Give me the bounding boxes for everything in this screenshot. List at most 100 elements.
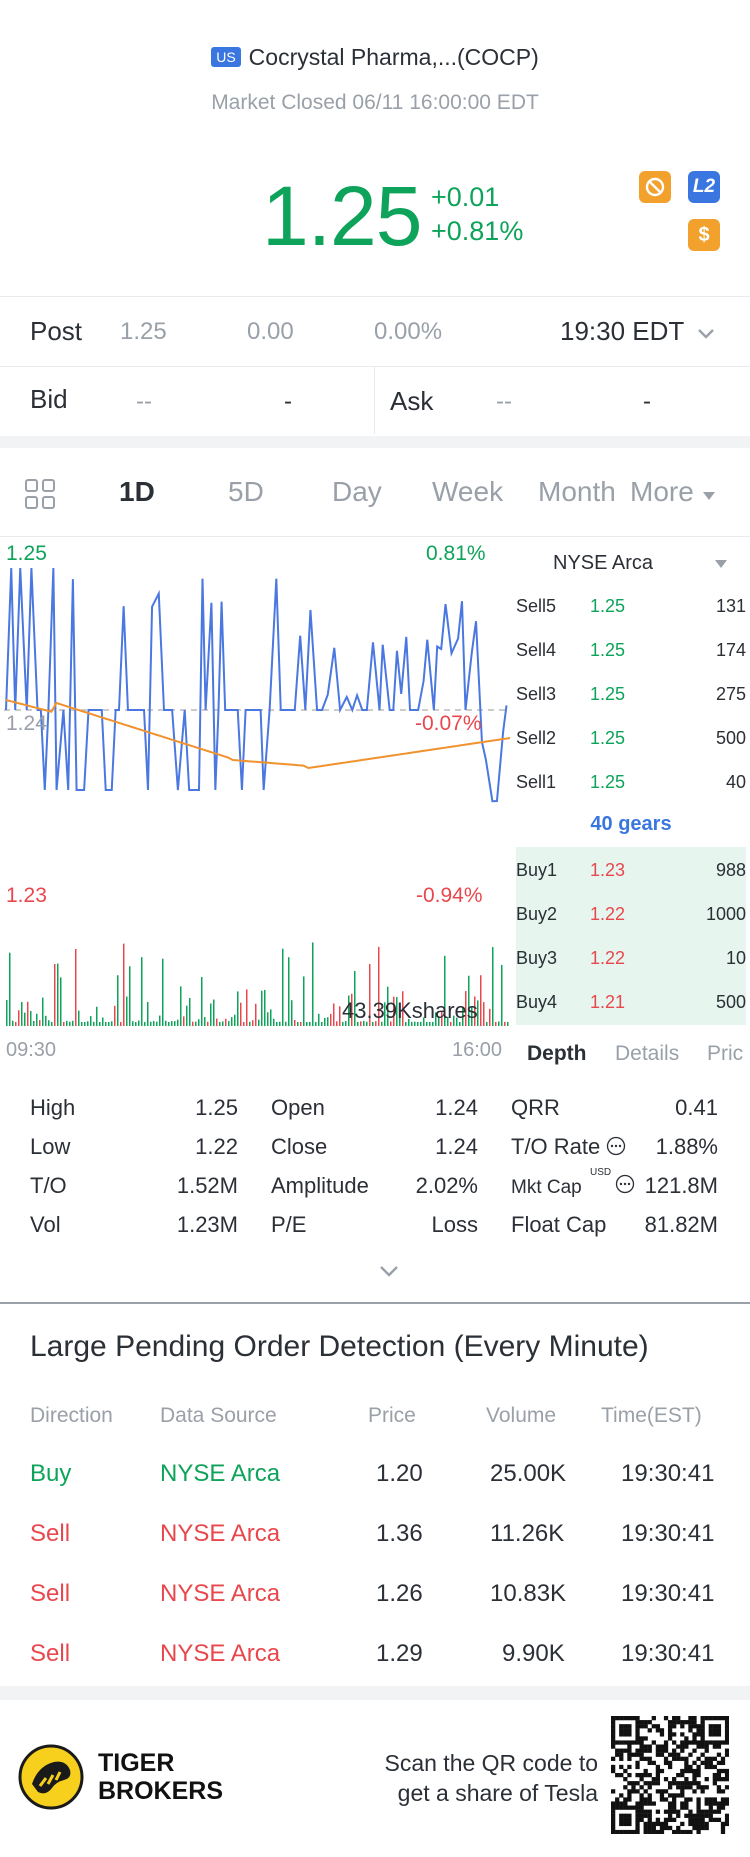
price-change-pct: +0.81% (431, 216, 524, 246)
stat-vol-label: Vol (30, 1212, 61, 1237)
volume-bar (309, 1021, 311, 1026)
volume-bar (111, 1021, 113, 1026)
pending-direction: Sell (30, 1520, 71, 1547)
volume-bar (93, 1021, 95, 1026)
stat-qrr: 0.41 (675, 1095, 718, 1120)
volume-bar (216, 1018, 218, 1026)
intraday-chart[interactable] (0, 538, 516, 1028)
volume-bar (144, 1021, 146, 1026)
expand-chevron-icon[interactable] (378, 1264, 400, 1283)
y-axis-mid-right: -0.07% (415, 712, 482, 735)
volume-bar (147, 1001, 149, 1026)
volume-bar (213, 999, 215, 1026)
volume-bar (48, 1020, 50, 1026)
volume-bar (39, 1020, 41, 1026)
no-trade-icon[interactable] (639, 171, 671, 203)
tab-depth[interactable]: Depth (527, 1042, 587, 1066)
divider (0, 1302, 750, 1304)
stat-close-label: Close (271, 1134, 328, 1159)
volume-bar (504, 1021, 506, 1026)
volume-bar (303, 976, 305, 1026)
pending-direction: Sell (30, 1640, 71, 1667)
level2-icon[interactable]: L2 (688, 171, 720, 203)
stock-title: US Cocrystal Pharma,...(COCP) (0, 44, 750, 71)
volume-bar (90, 1016, 92, 1026)
volume-bar (231, 1017, 233, 1026)
tab-month[interactable]: Month (538, 476, 626, 508)
tab-more[interactable]: More (630, 476, 716, 508)
depth-buy-price: 1.23 (590, 859, 626, 880)
tab-details[interactable]: Details (615, 1042, 679, 1066)
depth-buy-price: 1.21 (590, 991, 626, 1012)
tab-5d[interactable]: 5D (228, 476, 264, 508)
volume-bar (186, 1005, 188, 1026)
pending-header-price: Price (368, 1404, 416, 1427)
stat-pe-label: P/E (271, 1212, 307, 1237)
stat-open-label: Open (271, 1095, 325, 1120)
tab-more-label: More (630, 476, 694, 507)
volume-bar (330, 1013, 332, 1026)
post-change: 0.00 (247, 318, 294, 345)
volume-bar (219, 1021, 221, 1026)
table-row: Sell NYSE Arca 1.26 10.83K 19:30:41 (0, 1580, 750, 1620)
volume-bar (78, 1010, 80, 1026)
volume-bar (81, 1021, 83, 1026)
volume-bar (285, 1021, 287, 1026)
stat-low-label: Low (30, 1134, 71, 1159)
volume-bar (492, 947, 494, 1026)
info-icon[interactable] (606, 1136, 626, 1162)
depth-buy-row: Buy3 1.22 10 (516, 936, 746, 980)
depth-sell-price: 1.25 (590, 639, 626, 660)
tab-1d[interactable]: 1D (119, 476, 155, 508)
stat-torate: 1.88% (655, 1134, 718, 1159)
ask-price: -- (496, 388, 512, 415)
ask-size: - (643, 388, 651, 415)
volume-bar (300, 1022, 302, 1026)
price-line (5, 567, 508, 803)
volume-bar (183, 1016, 185, 1026)
depth-buy-row: Buy2 1.22 1000 (516, 892, 746, 936)
volume-bar (105, 1022, 107, 1026)
tiger-logo-icon (18, 1744, 84, 1815)
post-label: Post (30, 316, 83, 346)
stat-close: 1.24 (435, 1134, 478, 1159)
depth-gears-button[interactable]: 40 gears (516, 813, 746, 836)
volume-bar (189, 998, 191, 1026)
volume-bar (195, 1021, 197, 1026)
depth-sell-price: 1.25 (590, 683, 626, 704)
caret-down-icon[interactable] (714, 556, 728, 574)
stat-low: 1.22 (195, 1134, 238, 1159)
stat-mktcap: 121.8M (644, 1173, 718, 1198)
tab-week[interactable]: Week (432, 476, 503, 508)
qr-code-icon (611, 1716, 729, 1834)
depth-sell-row: Sell2 1.25 500 (516, 716, 746, 760)
tab-day[interactable]: Day (332, 476, 382, 508)
bid-size: - (284, 388, 292, 415)
depth-buy-row: Buy4 1.21 500 (516, 980, 746, 1024)
volume-bar (174, 1021, 176, 1026)
volume-bar (258, 1019, 260, 1026)
volume-bar (240, 1002, 242, 1026)
volume-bar (57, 963, 59, 1026)
volume-bar (252, 1020, 254, 1026)
post-time: 19:30 EDT (560, 316, 684, 346)
pending-time: 19:30:41 (621, 1460, 715, 1487)
tab-price[interactable]: Pric (707, 1042, 750, 1066)
volume-bar (168, 1021, 170, 1026)
volume-bar (120, 1022, 122, 1026)
depth-sell-label: Sell5 (516, 595, 557, 616)
dollar-icon[interactable]: $ (688, 219, 720, 251)
volume-bar (177, 1019, 179, 1026)
post-time-selector[interactable]: 19:30 EDT (560, 316, 715, 347)
grid-icon[interactable] (24, 478, 56, 515)
volume-bar (135, 1021, 137, 1026)
volume-bar (339, 1006, 341, 1026)
table-row: Sell NYSE Arca 1.36 11.26K 19:30:41 (0, 1520, 750, 1560)
volume-bar (282, 948, 284, 1026)
depth-sell-qty: 275 (715, 683, 746, 704)
volume-bar (60, 977, 62, 1026)
volume-bar (336, 1021, 338, 1026)
volume-bar (165, 1020, 167, 1026)
stat-amplitude: 2.02% (415, 1173, 478, 1198)
depth-exchange[interactable]: NYSE Arca (553, 552, 653, 575)
